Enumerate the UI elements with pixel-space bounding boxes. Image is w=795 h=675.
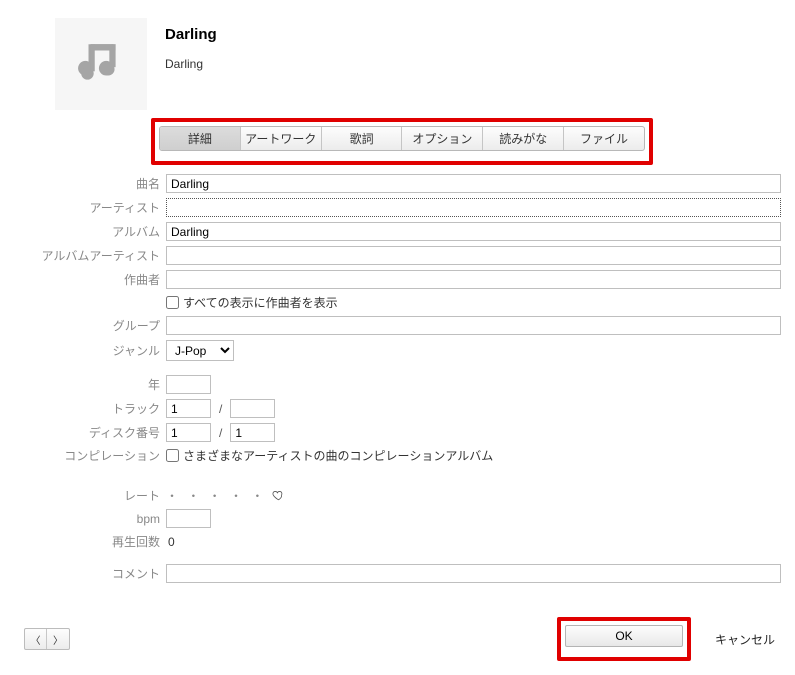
rating-dots[interactable]: ・ ・ ・ ・ ・ <box>166 487 266 504</box>
tab-sorting[interactable]: 読みがな <box>483 127 564 150</box>
label-bpm: bpm <box>0 512 166 526</box>
label-rate: レート <box>0 487 166 504</box>
disc-separator: / <box>215 426 226 440</box>
song-input[interactable] <box>166 174 781 193</box>
track-total-input[interactable] <box>230 399 275 418</box>
song-subtitle: Darling <box>165 57 217 71</box>
bpm-input[interactable] <box>166 509 211 528</box>
play-count-value: 0 <box>166 535 175 549</box>
compilation-text: さまざまなアーティストの曲のコンピレーションアルバム <box>183 447 493 464</box>
label-disc: ディスク番号 <box>0 424 166 441</box>
label-group: グループ <box>0 317 166 334</box>
next-button[interactable]: 〉 <box>47 629 69 649</box>
tab-lyrics[interactable]: 歌詞 <box>322 127 403 150</box>
comment-input[interactable] <box>166 564 781 583</box>
label-compilation: コンピレーション <box>0 447 166 464</box>
label-composer: 作曲者 <box>0 271 166 288</box>
label-album-artist: アルバムアーティスト <box>0 247 166 264</box>
track-separator: / <box>215 402 226 416</box>
tab-details[interactable]: 詳細 <box>160 127 241 150</box>
label-genre: ジャンル <box>0 342 166 359</box>
tabs-highlight-box: 詳細 アートワーク 歌詞 オプション 読みがな ファイル <box>151 118 653 165</box>
song-title: Darling <box>165 26 217 43</box>
genre-select[interactable]: J-Pop <box>166 340 234 361</box>
label-album: アルバム <box>0 223 166 240</box>
tab-artwork[interactable]: アートワーク <box>241 127 322 150</box>
tab-options[interactable]: オプション <box>402 127 483 150</box>
label-song: 曲名 <box>0 175 166 192</box>
track-number-input[interactable] <box>166 399 211 418</box>
artist-input[interactable] <box>166 198 781 217</box>
label-year: 年 <box>0 376 166 393</box>
nav-arrows: 〈 〉 <box>24 628 70 650</box>
tab-bar: 詳細 アートワーク 歌詞 オプション 読みがな ファイル <box>159 126 645 151</box>
year-input[interactable] <box>166 375 211 394</box>
album-input[interactable] <box>166 222 781 241</box>
prev-button[interactable]: 〈 <box>25 629 47 649</box>
chevron-right-icon: 〉 <box>53 632 63 647</box>
disc-total-input[interactable] <box>230 423 275 442</box>
group-input[interactable] <box>166 316 781 335</box>
cancel-button[interactable]: キャンセル <box>715 631 775 648</box>
compilation-checkbox[interactable] <box>166 449 179 462</box>
label-comment: コメント <box>0 565 166 582</box>
music-note-icon <box>76 38 126 91</box>
album-artist-input[interactable] <box>166 246 781 265</box>
chevron-left-icon: 〈 <box>31 632 41 647</box>
disc-number-input[interactable] <box>166 423 211 442</box>
composer-input[interactable] <box>166 270 781 289</box>
details-form: 曲名 アーティスト アルバム アルバムアーティスト 作曲者 すべての表示に作曲者… <box>0 165 795 583</box>
ok-highlight-box: OK <box>557 617 691 661</box>
ok-button[interactable]: OK <box>565 625 683 647</box>
heart-icon[interactable] <box>272 489 285 502</box>
tab-file[interactable]: ファイル <box>564 127 644 150</box>
show-composer-label: すべての表示に作曲者を表示 <box>183 294 338 311</box>
label-artist: アーティスト <box>0 199 166 216</box>
label-plays: 再生回数 <box>0 533 166 550</box>
album-artwork-placeholder <box>55 18 147 110</box>
show-composer-checkbox[interactable] <box>166 296 179 309</box>
label-track: トラック <box>0 400 166 417</box>
